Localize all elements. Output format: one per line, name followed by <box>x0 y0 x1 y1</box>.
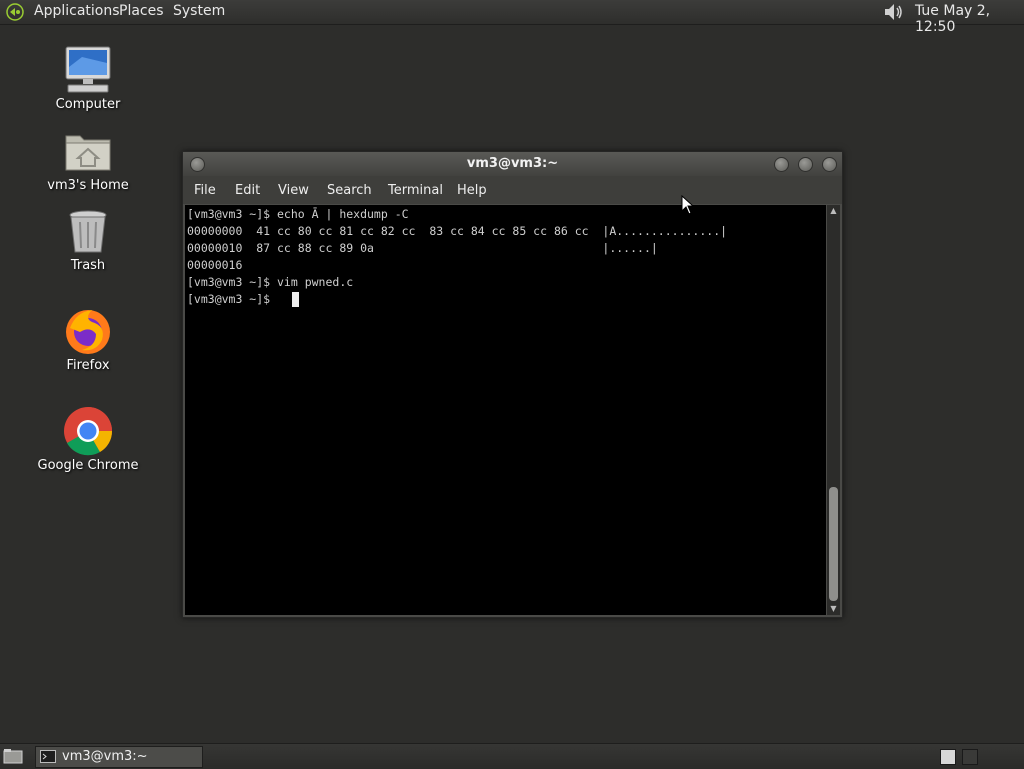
terminal-cursor <box>292 292 299 307</box>
desktop-icon-computer[interactable]: Computer <box>33 45 143 112</box>
terminal-icon <box>40 750 56 763</box>
menu-applications[interactable]: Applications <box>34 3 120 19</box>
menu-view[interactable]: View <box>278 183 309 198</box>
menu-file[interactable]: File <box>194 183 216 198</box>
terminal-line: [vm3@vm3 ~]$ vim pwned.c <box>187 275 354 289</box>
menu-terminal[interactable]: Terminal <box>388 183 443 198</box>
show-desktop-icon[interactable] <box>3 748 23 764</box>
terminal-menubar: File Edit View Search Terminal Help <box>183 176 842 204</box>
menu-edit[interactable]: Edit <box>235 183 260 198</box>
scroll-down-icon[interactable]: ▼ <box>827 603 840 615</box>
window-titlebar[interactable]: vm3@vm3:~ <box>183 152 842 176</box>
desktop-icon-label: vm3's Home <box>47 178 129 193</box>
terminal-window: vm3@vm3:~ File Edit View Search Terminal… <box>182 151 843 618</box>
terminal-line: [vm3@vm3 ~]$ echo Ā | hexdump -C <box>187 207 409 221</box>
window-title: vm3@vm3:~ <box>466 156 559 171</box>
workspace-2[interactable] <box>962 749 978 765</box>
terminal-line: 00000016 <box>187 258 243 272</box>
menu-search[interactable]: Search <box>327 183 372 198</box>
scroll-thumb[interactable] <box>829 487 838 601</box>
gnome-foot-icon[interactable] <box>4 2 26 22</box>
workspace-1[interactable] <box>940 749 956 765</box>
terminal-line: [vm3@vm3 ~]$ <box>187 292 278 306</box>
chrome-icon <box>64 407 113 456</box>
terminal-scrollbar[interactable]: ▲ ▼ <box>827 205 840 615</box>
close-button[interactable] <box>822 157 837 172</box>
desktop-icon-home[interactable]: vm3's Home <box>33 128 143 193</box>
terminal-line: 00000010 87 cc 88 cc 89 0a |......| <box>187 241 658 255</box>
terminal-line: 00000000 41 cc 80 cc 81 cc 82 cc 83 cc 8… <box>187 224 728 238</box>
taskbar-label: vm3@vm3:~ <box>62 749 148 764</box>
speaker-icon[interactable] <box>881 1 905 23</box>
clock[interactable]: Tue May 2, 12:50 <box>915 3 1024 35</box>
menu-system[interactable]: System <box>173 3 225 19</box>
mouse-pointer-icon <box>681 195 695 215</box>
desktop-icon-label: Trash <box>70 258 106 273</box>
top-panel: Applications Places System Tue May 2, 12… <box>0 0 1024 35</box>
menu-help[interactable]: Help <box>457 183 487 198</box>
scroll-up-icon[interactable]: ▲ <box>827 205 840 217</box>
desktop-icon-chrome[interactable]: Google Chrome <box>33 406 143 473</box>
menu-places[interactable]: Places <box>119 3 164 19</box>
desktop-icon-label: Firefox <box>66 358 110 373</box>
home-folder-icon <box>65 135 111 171</box>
bottom-panel: vm3@vm3:~ <box>0 743 1024 769</box>
minimize-button[interactable] <box>774 157 789 172</box>
terminal-output[interactable]: [vm3@vm3 ~]$ echo Ā | hexdump -C 0000000… <box>185 205 826 615</box>
desktop-icon-firefox[interactable]: Firefox <box>33 306 143 373</box>
trash-icon <box>69 210 107 253</box>
firefox-icon <box>66 310 110 354</box>
desktop-icon-label: Google Chrome <box>37 458 139 473</box>
computer-icon <box>65 46 111 93</box>
desktop-icon-label: Computer <box>55 97 121 112</box>
taskbar-terminal-button[interactable]: vm3@vm3:~ <box>35 746 203 768</box>
maximize-button[interactable] <box>798 157 813 172</box>
desktop-icon-trash[interactable]: Trash <box>33 208 143 273</box>
